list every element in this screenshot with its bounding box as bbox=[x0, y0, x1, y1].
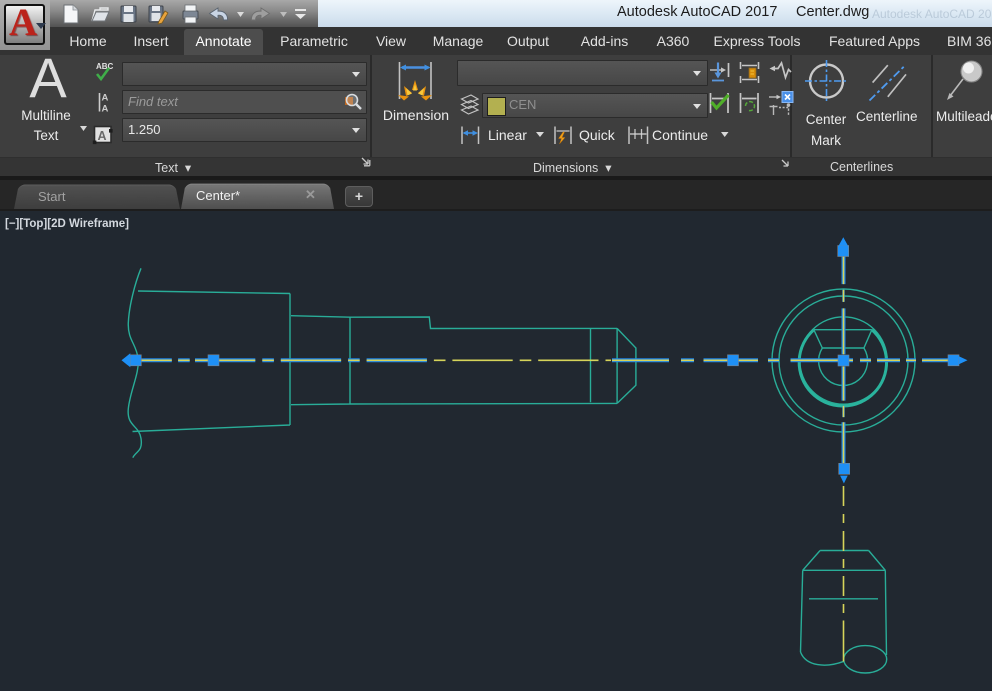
svg-text:A: A bbox=[102, 104, 109, 115]
svg-text:A: A bbox=[98, 129, 107, 143]
svg-text:ABC: ABC bbox=[96, 62, 114, 71]
svg-text:A: A bbox=[102, 93, 109, 104]
